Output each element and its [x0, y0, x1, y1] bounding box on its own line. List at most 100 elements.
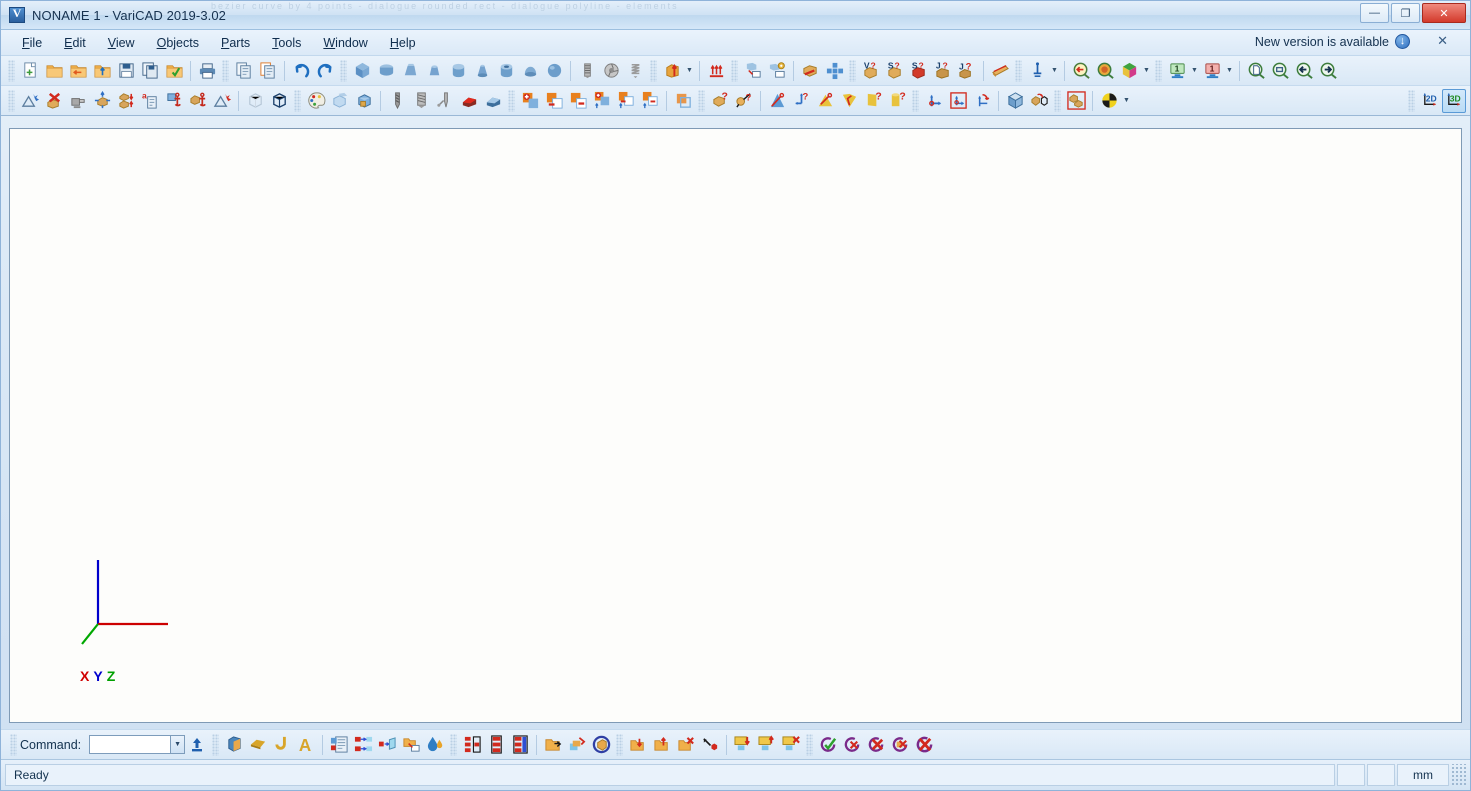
menu-window[interactable]: Window	[312, 33, 378, 53]
blue-surface-button[interactable]	[481, 89, 505, 113]
intersect-copy-button[interactable]	[638, 89, 662, 113]
drill-button[interactable]	[385, 89, 409, 113]
block-circle-button[interactable]	[589, 733, 613, 757]
toolbar-grip[interactable]	[340, 59, 347, 82]
tap-button[interactable]	[433, 89, 457, 113]
toolbar-grip[interactable]	[212, 733, 220, 756]
toolbar-grip[interactable]	[294, 89, 301, 112]
info-query-button[interactable]: J?	[955, 59, 979, 83]
dome-solid-button[interactable]	[518, 59, 542, 83]
ucs-rotate-button[interactable]	[970, 89, 994, 113]
block-point-button[interactable]	[698, 733, 722, 757]
anchor-button[interactable]	[162, 89, 186, 113]
union-copy-button[interactable]	[590, 89, 614, 113]
toolbar-grip[interactable]	[8, 89, 15, 112]
drawing-canvas[interactable]: XYZ	[9, 128, 1462, 723]
block-edit-button[interactable]	[565, 733, 589, 757]
intersect-button[interactable]	[566, 89, 590, 113]
print-button[interactable]	[195, 59, 219, 83]
multi-extrude-button[interactable]	[704, 59, 728, 83]
cancel3-button[interactable]	[888, 733, 912, 757]
menu-parts[interactable]: Parts	[210, 33, 261, 53]
toolbar-grip[interactable]	[508, 89, 515, 112]
section-button[interactable]	[798, 59, 822, 83]
toolbar-grip[interactable]	[698, 89, 705, 112]
red-surface-button[interactable]	[457, 89, 481, 113]
menu-file[interactable]: File	[11, 33, 53, 53]
anchor-solid-button[interactable]	[186, 89, 210, 113]
layer-red-button[interactable]: 1	[1200, 59, 1224, 83]
toolbar-grip[interactable]	[1155, 59, 1162, 82]
angle-button[interactable]	[813, 89, 837, 113]
toolbar-grip[interactable]	[1054, 89, 1061, 112]
copy-button[interactable]	[232, 59, 256, 83]
import-button[interactable]	[90, 59, 114, 83]
box-solid-button[interactable]	[350, 59, 374, 83]
copy-solid-button[interactable]	[671, 89, 695, 113]
gold-shape-button[interactable]	[246, 733, 270, 757]
save-all-button[interactable]	[162, 59, 186, 83]
ucs-button[interactable]	[922, 89, 946, 113]
spring-button[interactable]	[623, 59, 647, 83]
zoom-back-button[interactable]	[1292, 59, 1316, 83]
mass-query-button[interactable]: S?	[907, 59, 931, 83]
shade-button[interactable]	[352, 89, 376, 113]
cancel1-button[interactable]	[840, 733, 864, 757]
delete-solid-button[interactable]	[42, 89, 66, 113]
union-button[interactable]	[518, 89, 542, 113]
surface-query-button[interactable]: S?	[883, 59, 907, 83]
zoom-previous-button[interactable]	[1069, 59, 1093, 83]
new-file-button[interactable]	[18, 59, 42, 83]
new-version-notification[interactable]: New version is available	[1255, 34, 1410, 49]
settings-view-button[interactable]	[765, 59, 789, 83]
block-down-button[interactable]	[626, 733, 650, 757]
transparency-button[interactable]	[328, 89, 352, 113]
translate-button[interactable]	[90, 89, 114, 113]
resize-grip[interactable]	[1451, 764, 1467, 786]
layer-red-dropdown[interactable]: ▼	[1224, 59, 1235, 83]
move-solid-button[interactable]	[66, 89, 90, 113]
material-button[interactable]	[988, 59, 1012, 83]
subtract-button[interactable]	[542, 89, 566, 113]
command-history-dropdown[interactable]: ▼	[170, 735, 186, 754]
toolbar-grip[interactable]	[806, 733, 814, 756]
open-file-button[interactable]	[42, 59, 66, 83]
menu-edit[interactable]: Edit	[53, 33, 97, 53]
volume2-button[interactable]: ?	[885, 89, 909, 113]
open-export-button[interactable]	[399, 733, 423, 757]
frustum-solid-button[interactable]	[422, 59, 446, 83]
menu-view[interactable]: View	[97, 33, 146, 53]
zoom-fit-button[interactable]	[1244, 59, 1268, 83]
toolbar-grip[interactable]	[912, 89, 919, 112]
rename-button[interactable]: a	[138, 89, 162, 113]
cancel2-button[interactable]	[864, 733, 888, 757]
distance-button[interactable]	[765, 89, 789, 113]
bom-button[interactable]	[327, 733, 351, 757]
coord-query-button[interactable]: ?	[789, 89, 813, 113]
measure-dropdown[interactable]: ▼	[1049, 59, 1060, 83]
washer-button[interactable]	[599, 59, 623, 83]
zoom-color-button[interactable]	[1093, 59, 1117, 83]
redo-button[interactable]	[313, 59, 337, 83]
menu-help[interactable]: Help	[379, 33, 427, 53]
cone-solid-button[interactable]	[470, 59, 494, 83]
measure-button[interactable]	[1025, 59, 1049, 83]
command-input[interactable]	[89, 735, 172, 754]
toolbar-grip[interactable]	[616, 733, 624, 756]
close-button[interactable]: ✕	[1422, 3, 1466, 23]
cylinder-solid-button[interactable]	[446, 59, 470, 83]
edges-button[interactable]	[267, 89, 291, 113]
mirror-button[interactable]	[114, 89, 138, 113]
select-solid-button[interactable]	[18, 89, 42, 113]
wedge-solid-button[interactable]	[398, 59, 422, 83]
extrude-button[interactable]	[660, 59, 684, 83]
toolbar-grip[interactable]	[650, 59, 657, 82]
screen-down-button[interactable]	[731, 733, 755, 757]
toolbar-grip[interactable]	[1408, 89, 1415, 112]
block-up-button[interactable]	[650, 733, 674, 757]
project-view-button[interactable]	[741, 59, 765, 83]
export-data-button[interactable]	[375, 733, 399, 757]
save-as-button[interactable]	[138, 59, 162, 83]
tube-solid-button[interactable]	[494, 59, 518, 83]
maximize-button[interactable]: ❐	[1391, 3, 1420, 23]
